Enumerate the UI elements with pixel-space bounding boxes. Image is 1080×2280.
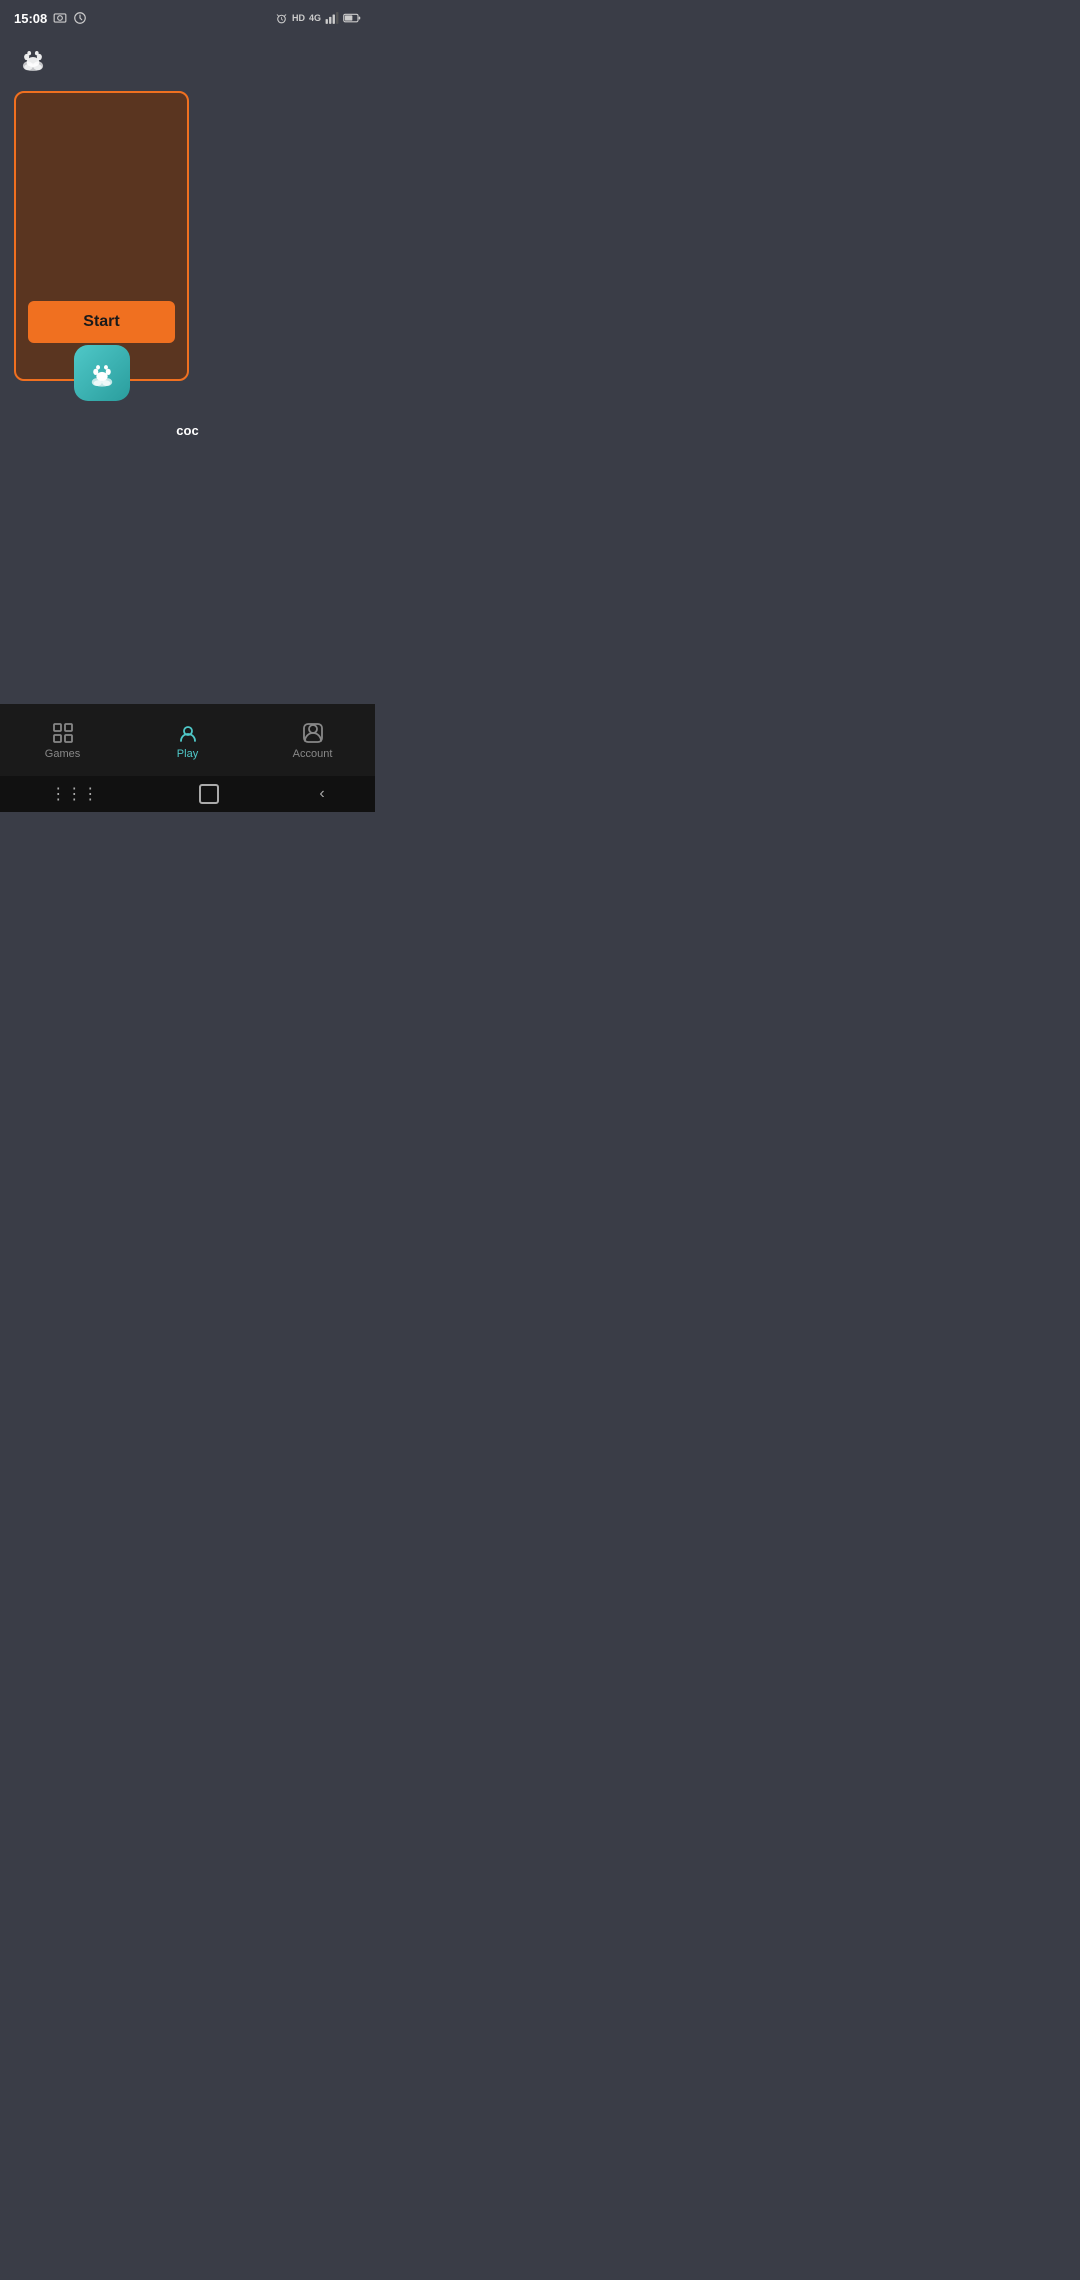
back-button[interactable]: ‹: [319, 785, 324, 803]
games-icon: [51, 721, 75, 745]
bottom-nav: Games Play Account: [0, 704, 375, 776]
app-logo-icon: [14, 38, 52, 76]
4g-badge: 4G: [309, 13, 321, 23]
nav-item-play[interactable]: Play: [125, 721, 250, 760]
game-card-inner: [28, 109, 175, 221]
status-time: 15:08: [14, 11, 47, 26]
status-left: 15:08: [14, 11, 87, 26]
game-card: Start: [14, 91, 189, 381]
status-right: HD 4G: [275, 11, 361, 25]
coc-game-icon: [85, 356, 119, 390]
game-icon-wrapper: [74, 345, 130, 401]
photo-icon: [53, 11, 67, 25]
start-button[interactable]: Start: [28, 301, 175, 343]
nav-item-account[interactable]: Account: [250, 721, 375, 760]
account-icon: [301, 721, 325, 745]
alarm-icon: [275, 12, 288, 25]
hd-badge: HD: [292, 13, 305, 23]
status-bar: 15:08 HD 4G: [0, 0, 375, 32]
history-icon: [73, 11, 87, 25]
game-label: coc: [14, 423, 361, 438]
android-nav-bar: ⋮⋮⋮ ‹: [0, 776, 375, 812]
account-label: Account: [293, 748, 333, 760]
battery-icon: [343, 12, 361, 24]
home-button[interactable]: [199, 784, 219, 804]
play-icon: [176, 721, 200, 745]
games-label: Games: [45, 748, 80, 760]
play-label: Play: [177, 748, 198, 760]
app-header: [0, 32, 375, 91]
nav-item-games[interactable]: Games: [0, 721, 125, 760]
recent-apps-button[interactable]: ⋮⋮⋮: [50, 784, 98, 804]
main-content: Start coc: [0, 91, 375, 704]
signal-icon: [325, 11, 339, 25]
